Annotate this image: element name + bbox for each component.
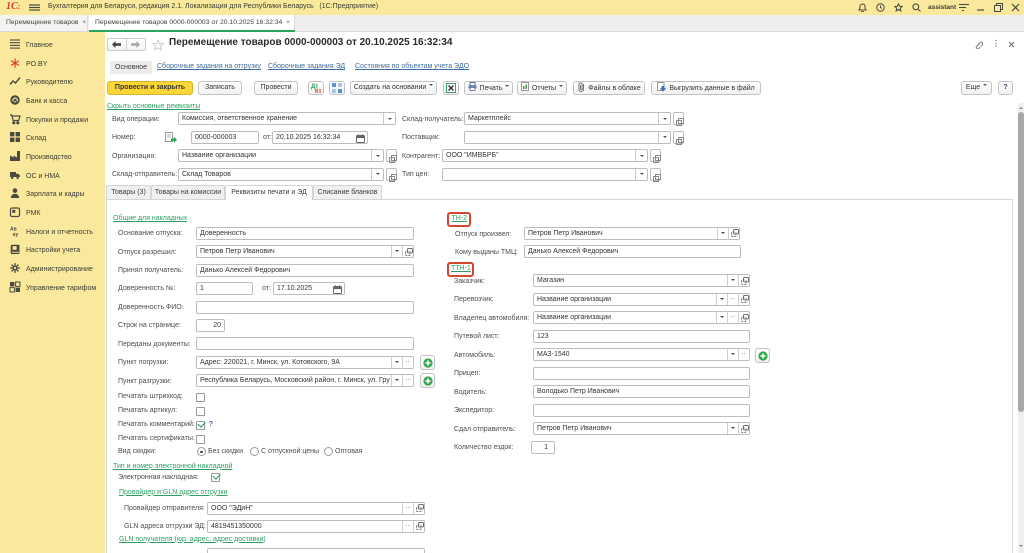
svg-text:ку: ку	[13, 232, 19, 238]
